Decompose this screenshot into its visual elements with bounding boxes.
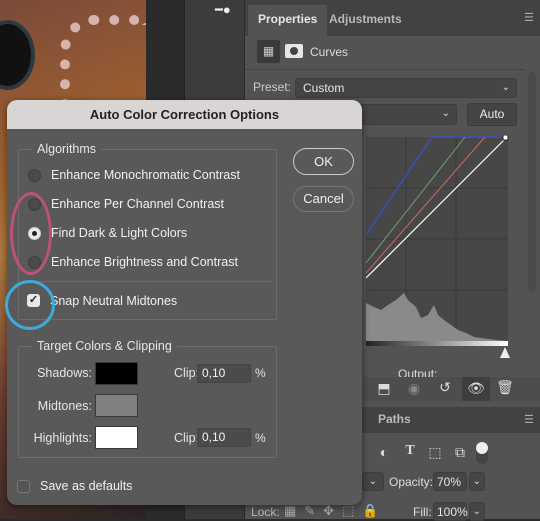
trash-icon[interactable]: 🗑 <box>494 379 516 396</box>
highlights-label: Highlights: <box>33 431 92 445</box>
radio-label[interactable]: Enhance Brightness and Contrast <box>51 255 238 269</box>
highlights-clip-label: Clip: <box>173 431 199 445</box>
percent-unit: % <box>255 431 266 445</box>
annotation-circle-checkbox <box>5 280 55 330</box>
fill-dropdown[interactable]: ⌄ <box>469 502 485 521</box>
chevron-down-icon: ⌄ <box>472 506 481 517</box>
view-previous-icon[interactable]: ◉ <box>403 380 425 397</box>
preset-label: Preset: <box>253 80 292 94</box>
panel-menu-icon[interactable]: ☰ <box>524 11 534 24</box>
mask-icon[interactable] <box>285 44 303 58</box>
clip-to-layer-icon[interactable]: ⬒ <box>373 380 395 397</box>
type-filter-icon[interactable]: T <box>400 443 420 459</box>
divider <box>245 69 525 70</box>
blend-mode-select[interactable]: ⌄ <box>362 472 384 491</box>
snap-neutral-midtones-label[interactable]: Snap Neutral Midtones <box>50 294 177 308</box>
lock-label: Lock: <box>251 505 280 519</box>
filter-toggle[interactable] <box>476 442 488 464</box>
adjustment-title: Curves <box>310 45 349 59</box>
chevron-down-icon: ⌄ <box>472 476 481 487</box>
slider-tool-icon[interactable]: ━● <box>215 2 231 18</box>
scrollbar[interactable] <box>528 72 536 292</box>
photo-scarf <box>60 15 146 105</box>
chevron-down-icon: ⌄ <box>501 82 510 93</box>
radio-label[interactable]: Enhance Monochromatic Contrast <box>51 168 240 182</box>
highlights-swatch[interactable] <box>95 426 138 449</box>
adjustment-filter-icon[interactable]: ◐ <box>374 444 394 460</box>
algorithms-label: Algorithms <box>32 142 102 156</box>
midtones-label: Midtones: <box>37 399 92 413</box>
shadows-label: Shadows: <box>37 366 92 380</box>
midtones-swatch[interactable] <box>95 394 138 417</box>
photo-sunglasses <box>0 20 35 90</box>
opacity-input[interactable]: 70% <box>433 472 467 491</box>
dialog-title: Auto Color Correction Options <box>7 100 362 129</box>
tab-paths[interactable]: Paths <box>378 412 411 426</box>
fill-input[interactable]: 100% <box>433 502 468 521</box>
chevron-down-icon: ⌄ <box>441 108 450 119</box>
opacity-dropdown[interactable]: ⌄ <box>469 472 485 491</box>
annotation-ellipse-radios <box>10 192 52 275</box>
radio-label[interactable]: Find Dark & Light Colors <box>51 226 187 240</box>
auto-color-correction-dialog: Auto Color Correction Options Algorithms… <box>7 100 362 505</box>
cancel-button[interactable]: Cancel <box>293 186 354 212</box>
visibility-icon[interactable]: 👁 <box>462 377 490 401</box>
shape-filter-icon[interactable]: ⬚ <box>425 444 445 461</box>
divider <box>25 281 273 282</box>
reset-icon[interactable]: ↺ <box>434 379 456 396</box>
opacity-label: Opacity: <box>389 475 434 489</box>
curves-graph[interactable] <box>366 135 511 360</box>
preset-value: Custom <box>303 81 345 95</box>
save-defaults-label[interactable]: Save as defaults <box>40 479 132 493</box>
white-point-slider[interactable] <box>500 347 510 358</box>
radio-label[interactable]: Enhance Per Channel Contrast <box>51 197 224 211</box>
shadows-clip-label: Clip: <box>173 366 199 380</box>
tab-properties[interactable]: Properties <box>248 5 328 36</box>
preset-select[interactable]: Custom ⌄ <box>295 78 517 98</box>
target-colors-label: Target Colors & Clipping <box>32 339 177 353</box>
panel-menu-icon[interactable]: ☰ <box>524 413 534 426</box>
save-defaults-checkbox[interactable] <box>17 480 30 493</box>
curves-adjustment-icon[interactable]: ▦ <box>257 40 280 63</box>
percent-unit: % <box>255 366 266 380</box>
radio-monochromatic[interactable] <box>28 169 41 182</box>
tab-adjustments[interactable]: Adjustments <box>319 5 412 36</box>
auto-button[interactable]: Auto <box>467 103 517 126</box>
highlights-clip-input[interactable]: 0,10 <box>197 428 251 447</box>
chevron-down-icon: ⌄ <box>368 476 377 487</box>
curve-point[interactable] <box>502 135 509 141</box>
ok-button[interactable]: OK <box>293 148 354 175</box>
fill-label: Fill: <box>413 505 432 519</box>
shadows-clip-input[interactable]: 0,10 <box>197 364 251 383</box>
smart-object-filter-icon[interactable]: ⧉ <box>450 444 470 461</box>
output-gradient <box>366 341 508 346</box>
lock-icons[interactable]: ▦✎✥⬚🔒 <box>284 503 387 519</box>
shadows-swatch[interactable] <box>95 362 138 385</box>
